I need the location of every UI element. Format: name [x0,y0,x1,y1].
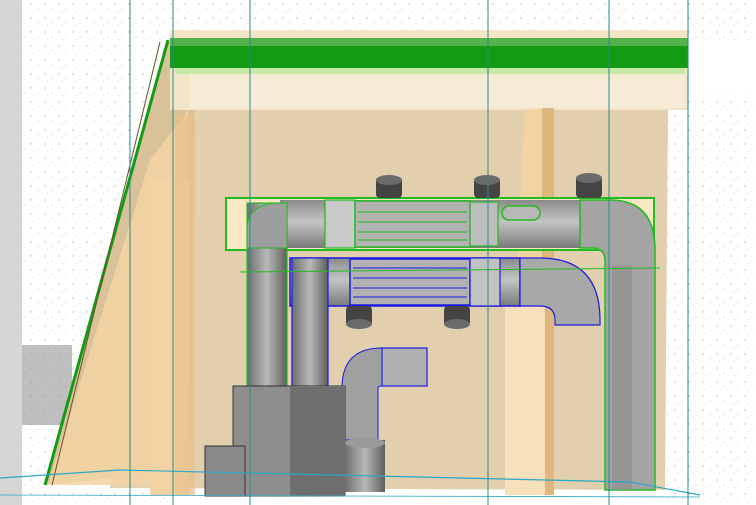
right-concrete-wall [665,95,756,505]
slab-top-band [170,38,688,46]
middle-elbow-duct-h[interactable] [381,347,428,387]
pillar-left-shade [175,115,195,495]
cylinder-icon[interactable] [376,175,402,198]
cylinder-icon[interactable] [444,306,470,329]
pipe-nozzle[interactable] [501,205,541,221]
cylinder-icon[interactable] [576,173,602,198]
equipment-box-shade [290,386,345,496]
lower-duct-collar[interactable] [469,257,501,307]
left-column-strip [0,0,22,505]
pillar-right-front [505,300,545,495]
3d-model-view[interactable] [0,0,756,505]
lower-tank-cap [345,438,385,448]
model-viewport[interactable] [0,0,756,505]
upper-duct-collar-left[interactable] [324,199,356,249]
lower-coil[interactable] [349,258,471,306]
slab-green-band [170,46,688,68]
cylinder-icon[interactable] [346,306,372,329]
right-riser-shade [612,265,632,490]
blue-riser[interactable] [291,257,329,389]
cylinder-icon[interactable] [474,175,500,198]
slab-face [190,74,685,108]
upper-duct-collar-right[interactable] [469,201,499,247]
equipment-small-unit[interactable] [204,445,246,497]
